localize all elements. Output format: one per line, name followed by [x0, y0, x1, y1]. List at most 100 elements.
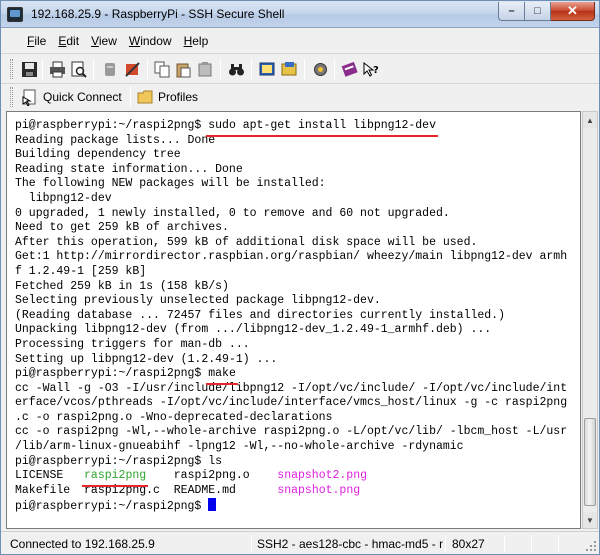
ssh-terminal-icon: [7, 7, 23, 22]
toolbar-separator: [220, 59, 221, 80]
output-text: pi@raspberrypi:~/raspi2png$ ls: [15, 454, 223, 468]
disconnect-icon[interactable]: [124, 61, 141, 78]
menu-edit[interactable]: Edit: [58, 34, 79, 48]
output-text: .c -o raspi2png.o -Wno-deprecated-declar…: [15, 410, 333, 424]
terminal-line: /lib/arm-linux-gnueabihf -lpng12 -Wl,--n…: [15, 440, 567, 455]
status-divider: [251, 535, 252, 552]
terminal-line: pi@raspberrypi:~/raspi2png$: [15, 498, 567, 513]
menu-help[interactable]: Help: [184, 34, 209, 48]
title-bar[interactable]: 192.168.25.9 - RaspberryPi - SSH Secure …: [1, 1, 599, 28]
ls-entry: Makefile: [15, 483, 71, 497]
shell-prompt: pi@raspberrypi:~/raspi2png$: [15, 367, 209, 381]
terminal-line: Setting up libpng12-dev (1.2.49-1) ...: [15, 353, 567, 368]
paste-all-icon[interactable]: [197, 61, 214, 78]
profiles-button[interactable]: Profiles: [137, 87, 198, 107]
print-preview-icon[interactable]: [70, 61, 87, 78]
scroll-thumb[interactable]: [584, 418, 596, 506]
toolbar-grip[interactable]: [10, 87, 13, 107]
window-title: 192.168.25.9 - RaspberryPi - SSH Secure …: [31, 7, 285, 21]
terminal-line: Building dependency tree: [15, 148, 567, 163]
ls-gap: [146, 469, 174, 482]
menu-view[interactable]: View: [91, 34, 117, 48]
ls-gap: [236, 484, 277, 497]
terminal-line: Selecting previously unselected package …: [15, 294, 567, 309]
search-binoculars-icon[interactable]: [228, 61, 245, 78]
copy-icon[interactable]: [154, 61, 171, 78]
terminal-line: .c -o raspi2png.o -Wno-deprecated-declar…: [15, 411, 567, 426]
output-text: After this operation, 599 kB of addition…: [15, 235, 478, 249]
ls-entry: raspi2png.o: [173, 469, 250, 483]
quick-connect-icon: [22, 89, 36, 106]
folder-icon: [137, 90, 153, 104]
close-button[interactable]: ✕: [551, 2, 595, 21]
status-divider: [558, 535, 559, 552]
terminal-line: erface/vcos/pthreads -I/opt/vc/include/i…: [15, 396, 567, 411]
terminal-line: The following NEW packages will be insta…: [15, 177, 567, 192]
terminal-output: pi@raspberrypi:~/raspi2png$ sudo apt-get…: [15, 119, 567, 513]
menu-file[interactable]: File: [27, 34, 46, 48]
ls-image-file: snapshot2.png: [277, 469, 368, 483]
output-text: 0 upgraded, 1 newly installed, 0 to remo…: [15, 206, 450, 220]
terminal-line: Need to get 259 kB of archives.: [15, 221, 567, 236]
output-text: Reading state information... Done: [15, 162, 243, 176]
output-text: Reading package lists... Done: [15, 133, 216, 147]
toolbar-separator: [93, 59, 94, 80]
context-help-icon[interactable]: ?: [362, 61, 379, 78]
ls-output-row: LICENSE raspi2png raspi2png.o snapshot2.…: [15, 469, 567, 487]
menu-window[interactable]: Window: [129, 34, 172, 48]
toolbar-grip[interactable]: [10, 59, 13, 79]
ls-executable-highlighted: raspi2png: [82, 469, 149, 487]
help-book-icon[interactable]: [341, 61, 358, 78]
terminal-line: Processing triggers for man-db ...: [15, 338, 567, 353]
print-icon[interactable]: [49, 61, 66, 78]
ls-entry: LICENSE: [15, 469, 64, 483]
output-text: Need to get 259 kB of archives.: [15, 221, 229, 235]
output-text: f 1.2.49-1 [259 kB]: [15, 264, 147, 278]
vertical-scrollbar[interactable]: ▲ ▼: [582, 111, 598, 529]
save-icon[interactable]: [21, 61, 38, 78]
window-controls: – □ ✕: [498, 2, 595, 21]
output-text: Processing triggers for man-db ...: [15, 337, 250, 351]
output-text: cc -o raspi2png -Wl,--whole-archive rasp…: [15, 425, 568, 439]
scroll-up-icon[interactable]: ▲: [583, 112, 597, 128]
ls-gap: [250, 469, 278, 482]
new-file-transfer-icon[interactable]: [281, 61, 298, 78]
terminal-line: (Reading database ... 72457 files and di…: [15, 309, 567, 324]
terminal-line: After this operation, 599 kB of addition…: [15, 236, 567, 251]
new-terminal-icon[interactable]: [259, 61, 276, 78]
paste-icon[interactable]: [175, 61, 192, 78]
output-text: /lib/arm-linux-gnueabihf -lpng12 -Wl,--n…: [15, 440, 464, 454]
terminal-line: pi@raspberrypi:~/raspi2png$ make: [15, 367, 567, 385]
toolbar-separator: [147, 59, 148, 80]
terminal-line: Fetched 259 kB in 1s (158 kB/s): [15, 280, 567, 295]
quick-connect-button[interactable]: Quick Connect: [21, 87, 122, 107]
scroll-down-icon[interactable]: ▼: [583, 512, 597, 528]
highlighted-command: sudo apt-get install libpng12-dev: [206, 119, 438, 137]
shell-prompt: pi@raspberrypi:~/raspi2png$: [15, 119, 209, 132]
terminal-line: pi@raspberrypi:~/raspi2png$ ls: [15, 455, 567, 470]
minimize-button[interactable]: –: [498, 2, 525, 21]
terminal-area[interactable]: pi@raspberrypi:~/raspi2png$ sudo apt-get…: [6, 111, 581, 529]
toolbar-separator: [304, 59, 305, 80]
connection-status: Connected to 192.168.25.9: [10, 536, 155, 551]
output-text: (Reading database ... 72457 files and di…: [15, 308, 505, 322]
quick-connect-label: Quick Connect: [43, 90, 122, 104]
terminal-line: Unpacking libpng12-dev (from .../libpng1…: [15, 323, 567, 338]
ssh-window: 192.168.25.9 - RaspberryPi - SSH Secure …: [0, 0, 600, 555]
ls-image-file: snapshot.png: [277, 483, 361, 497]
output-text: erface/vcos/pthreads -I/opt/vc/include/i…: [15, 396, 568, 410]
ls-gap: [63, 469, 84, 482]
maximize-button[interactable]: □: [525, 2, 551, 21]
ls-gap: [160, 484, 174, 497]
terminal-line: libpng12-dev: [15, 192, 567, 207]
menu-bar: File Edit View Window Help: [1, 29, 599, 53]
toolbar-separator: [334, 59, 335, 80]
output-text: Get:1 http://mirrordirector.raspbian.org…: [15, 250, 568, 264]
settings-icon[interactable]: [312, 61, 329, 78]
output-text: Fetched 259 kB in 1s (158 kB/s): [15, 279, 229, 293]
resize-grip-icon[interactable]: [585, 540, 597, 552]
toolbar-separator: [251, 59, 252, 80]
terminal-line: pi@raspberrypi:~/raspi2png$ sudo apt-get…: [15, 119, 567, 137]
output-text: libpng12-dev: [15, 191, 112, 205]
find-icon[interactable]: [102, 61, 119, 78]
